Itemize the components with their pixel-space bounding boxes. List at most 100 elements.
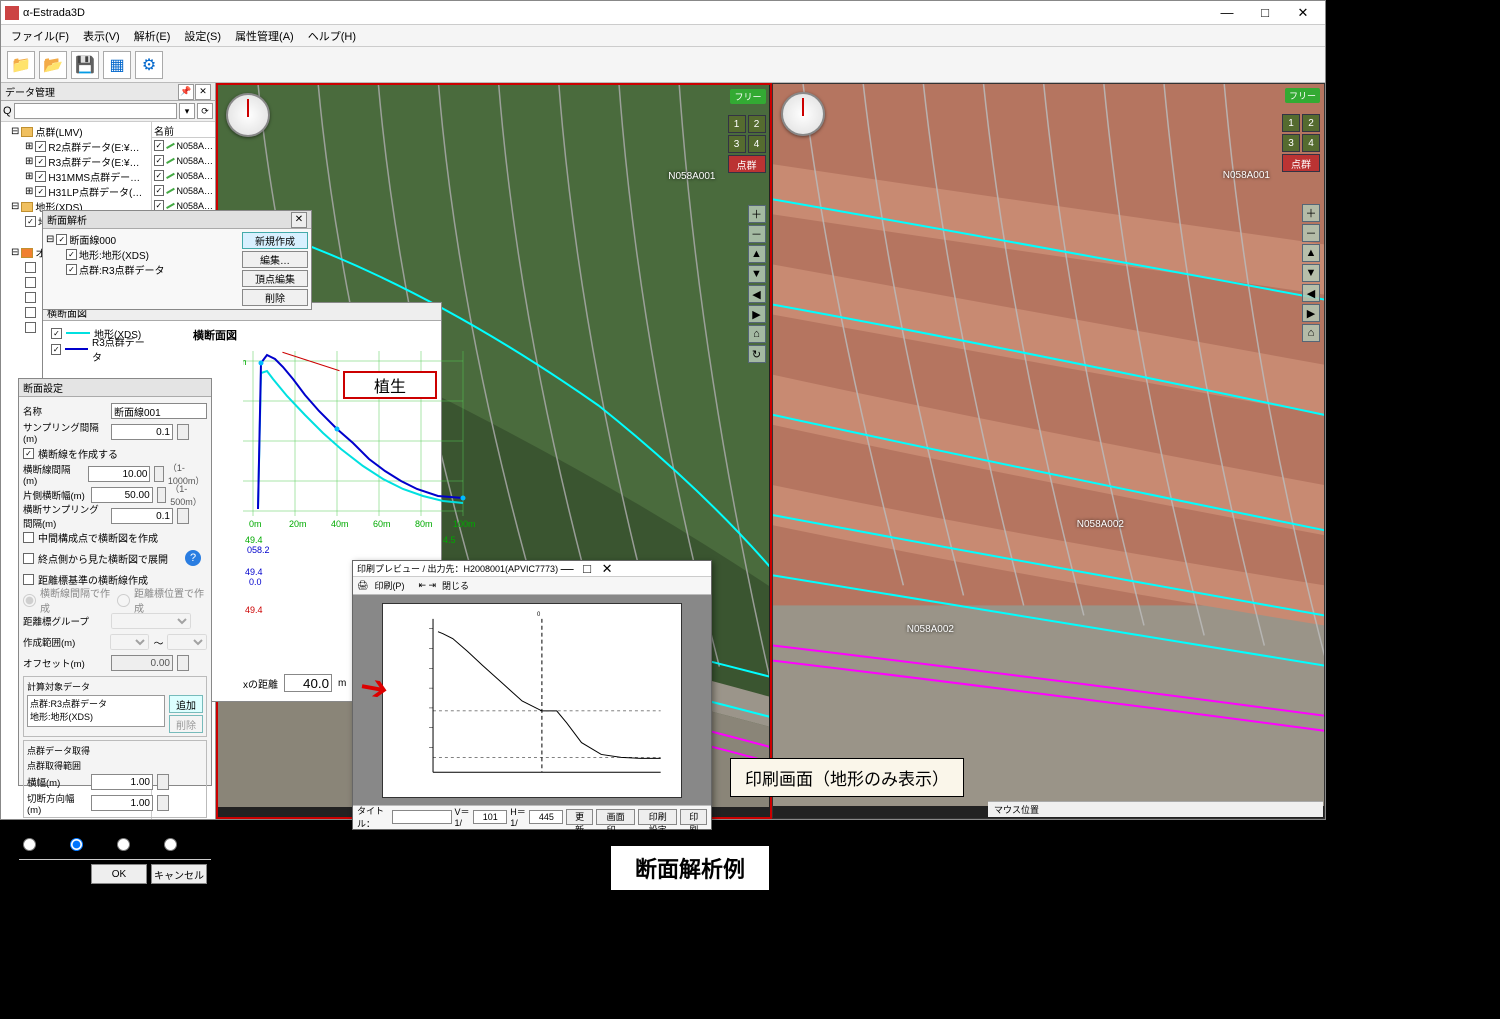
nav-right-icon[interactable]: ▶ bbox=[748, 305, 766, 323]
add-button[interactable]: 追加 bbox=[169, 695, 203, 713]
filter-icon[interactable]: ▾ bbox=[179, 103, 195, 119]
cross-samp-input[interactable] bbox=[111, 508, 173, 524]
section-tree-item[interactable]: 点群:R3点群データ bbox=[79, 262, 165, 277]
compass-icon[interactable] bbox=[226, 93, 270, 137]
menu-attributes[interactable]: 属性管理(A) bbox=[229, 26, 300, 46]
page-button[interactable]: 画面印… bbox=[596, 809, 635, 825]
half-width-input[interactable] bbox=[91, 487, 153, 503]
delete-button[interactable]: 削除 bbox=[242, 289, 308, 306]
pin-icon[interactable]: 📌 bbox=[178, 84, 194, 100]
menu-settings[interactable]: 設定(S) bbox=[178, 26, 227, 46]
spinner-icon[interactable] bbox=[157, 487, 167, 503]
zoom-in-icon[interactable]: ＋ bbox=[1302, 204, 1320, 222]
zoom-out-icon[interactable]: － bbox=[748, 225, 766, 243]
nav-down-icon[interactable]: ▼ bbox=[1302, 264, 1320, 282]
vc-2[interactable]: 2 bbox=[748, 115, 766, 133]
tree-root[interactable]: 点群(LMV) bbox=[35, 124, 82, 139]
ok-button[interactable]: OK bbox=[91, 864, 147, 884]
zoom-out-icon[interactable]: － bbox=[1302, 224, 1320, 242]
x-icon[interactable]: ✕ bbox=[195, 84, 211, 100]
nav-right-icon[interactable]: ▶ bbox=[1302, 304, 1320, 322]
menu-help[interactable]: ヘルプ(H) bbox=[302, 26, 362, 46]
name-item[interactable]: N058A… bbox=[176, 201, 213, 211]
mid-check[interactable] bbox=[23, 532, 34, 543]
nav-left-icon[interactable]: ◀ bbox=[1302, 284, 1320, 302]
list-item[interactable]: 点群:R3点群データ bbox=[30, 697, 162, 710]
edit-button[interactable]: 編集… bbox=[242, 251, 308, 268]
print-icon[interactable]: 🖨 bbox=[357, 580, 368, 591]
close-button[interactable]: ✕ bbox=[1285, 3, 1321, 23]
name-input[interactable] bbox=[111, 403, 207, 419]
cross-int-input[interactable] bbox=[88, 466, 150, 482]
spinner-icon[interactable] bbox=[154, 466, 163, 482]
setup-button[interactable]: 印刷設定 bbox=[638, 809, 677, 825]
spinner-icon[interactable] bbox=[177, 424, 189, 440]
pf-title-input[interactable] bbox=[392, 810, 452, 824]
update-button[interactable]: 更新 bbox=[566, 809, 593, 825]
radio-med[interactable] bbox=[164, 838, 177, 851]
gear-icon[interactable]: ⚙ bbox=[135, 51, 163, 79]
open2-icon[interactable]: 📂 bbox=[39, 51, 67, 79]
section-tree-root[interactable]: 断面線000 bbox=[69, 232, 116, 247]
spinner-icon[interactable] bbox=[157, 795, 169, 811]
new-button[interactable]: 新規作成 bbox=[242, 232, 308, 249]
menu-file[interactable]: ファイル(F) bbox=[5, 26, 75, 46]
compass-icon[interactable] bbox=[781, 92, 825, 136]
search-input[interactable] bbox=[14, 103, 177, 119]
vertex-button[interactable]: 頂点編集 bbox=[242, 270, 308, 287]
vc-1[interactable]: 1 bbox=[728, 115, 746, 133]
pf-h-input[interactable] bbox=[529, 810, 563, 824]
tree-item[interactable]: H31MMS点群デー… bbox=[48, 169, 140, 184]
dist-input[interactable] bbox=[284, 674, 332, 692]
nav-home-icon[interactable]: ⌂ bbox=[1302, 324, 1320, 342]
close-button[interactable]: ✕ bbox=[598, 562, 616, 576]
nav-left-icon[interactable]: ◀ bbox=[748, 285, 766, 303]
spinner-icon[interactable] bbox=[177, 508, 189, 524]
vc-4[interactable]: 4 bbox=[1302, 134, 1320, 152]
section-tree-item[interactable]: 地形:地形(XDS) bbox=[79, 247, 149, 262]
end-check[interactable] bbox=[23, 553, 34, 564]
vc-1[interactable]: 1 bbox=[1282, 114, 1300, 132]
vc-3[interactable]: 3 bbox=[1282, 134, 1300, 152]
radio-min[interactable] bbox=[70, 838, 83, 851]
view-right[interactable]: フリー 12 34 点群 ＋ － ▲ ▼ ◀ ▶ ⌂ N058A001 N058… bbox=[772, 83, 1326, 819]
vc-4[interactable]: 4 bbox=[748, 135, 766, 153]
legend-check[interactable] bbox=[51, 344, 61, 355]
nav-up-icon[interactable]: ▲ bbox=[1302, 244, 1320, 262]
dir-input[interactable] bbox=[91, 795, 153, 811]
close-icon[interactable]: ✕ bbox=[291, 212, 307, 228]
menu-view[interactable]: 表示(V) bbox=[77, 26, 126, 46]
print-tb-print[interactable]: 印刷(P) bbox=[374, 579, 404, 592]
tree-item[interactable]: R2点群データ(E:¥… bbox=[48, 139, 139, 154]
legend-check[interactable] bbox=[51, 328, 62, 339]
layers-icon[interactable]: ▦ bbox=[103, 51, 131, 79]
open-icon[interactable]: 📁 bbox=[7, 51, 35, 79]
pf-v-input[interactable] bbox=[473, 810, 507, 824]
tree-item[interactable]: H31LP点群データ(… bbox=[48, 184, 142, 199]
maximize-button[interactable]: □ bbox=[578, 562, 596, 576]
radio-avg[interactable] bbox=[23, 838, 36, 851]
nav-up-icon[interactable]: ▲ bbox=[748, 245, 766, 263]
zoom-in-icon[interactable]: ＋ bbox=[748, 205, 766, 223]
sampling-input[interactable] bbox=[111, 424, 173, 440]
minimize-button[interactable]: — bbox=[558, 562, 576, 576]
cancel-button[interactable]: キャンセル bbox=[151, 864, 207, 884]
refresh-icon[interactable]: ⟳ bbox=[197, 103, 213, 119]
make-cross-check[interactable] bbox=[23, 448, 34, 459]
vc-2[interactable]: 2 bbox=[1302, 114, 1320, 132]
nav-rot-icon[interactable]: ↻ bbox=[748, 345, 766, 363]
name-item[interactable]: N058A… bbox=[176, 141, 213, 151]
print-tb-close[interactable]: 閉じる bbox=[442, 579, 469, 592]
minimize-button[interactable]: — bbox=[1209, 3, 1245, 23]
tree-item[interactable]: R3点群データ(E:¥… bbox=[48, 154, 139, 169]
spinner-icon[interactable] bbox=[157, 774, 169, 790]
point-badge[interactable]: 点群 bbox=[728, 155, 766, 173]
nav-home-icon[interactable]: ⌂ bbox=[748, 325, 766, 343]
dist-std-check[interactable] bbox=[23, 574, 34, 585]
point-badge[interactable]: 点群 bbox=[1282, 154, 1320, 172]
radio-max[interactable] bbox=[117, 838, 130, 851]
name-item[interactable]: N058A… bbox=[176, 186, 213, 196]
nav-down-icon[interactable]: ▼ bbox=[748, 265, 766, 283]
vc-3[interactable]: 3 bbox=[728, 135, 746, 153]
calc-data-list[interactable]: 点群:R3点群データ 地形:地形(XDS) bbox=[27, 695, 165, 727]
